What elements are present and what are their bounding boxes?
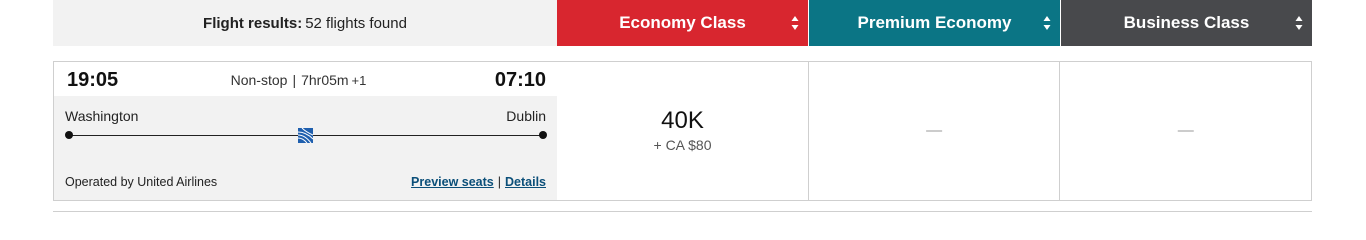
operated-by: Operated by United Airlines	[65, 175, 218, 189]
flight-result-row: 19:05 Non-stop | 7hr05m +1 07:10 Washington…	[53, 61, 1312, 201]
tab-premium-economy[interactable]: Premium Economy	[809, 0, 1060, 46]
tab-economy-label: Economy Class	[619, 13, 746, 32]
preview-seats-link[interactable]: Preview seats	[411, 175, 494, 189]
stops-separator: |	[292, 72, 297, 88]
sort-icon	[791, 16, 799, 30]
details-link[interactable]: Details	[505, 175, 546, 189]
tab-business-label: Business Class	[1123, 13, 1250, 32]
tab-premium-label: Premium Economy	[857, 13, 1012, 32]
fare-premium-economy: —	[809, 62, 1061, 200]
results-summary: Flight results: 52 flights found	[53, 0, 557, 46]
results-count: 52 flights found	[305, 14, 407, 32]
sort-icon	[1043, 16, 1051, 30]
destination-dot	[539, 131, 547, 139]
flight-links: Preview seats | Details	[411, 175, 546, 189]
fare-cash: + CA $80	[653, 136, 712, 153]
united-airlines-globe-icon	[298, 128, 313, 143]
flight-results-page: Flight results: 52 flights found Economy…	[0, 0, 1366, 212]
stops-label: Non-stop	[230, 72, 288, 88]
destination-city: Dublin	[506, 108, 546, 124]
tab-business-class[interactable]: Business Class	[1061, 0, 1312, 46]
link-separator: |	[497, 175, 501, 189]
flight-stops-duration: Non-stop | 7hr05m +1	[54, 72, 557, 88]
origin-dot	[65, 131, 73, 139]
route-band: Washington Dublin Operated by United Air…	[54, 96, 557, 200]
bottom-divider	[53, 211, 1312, 212]
results-label: Flight results:	[203, 14, 303, 32]
day-offset: +1	[351, 73, 367, 88]
time-band: 19:05 Non-stop | 7hr05m +1 07:10	[54, 62, 557, 96]
origin-city: Washington	[65, 108, 139, 124]
duration: 7hr05m	[301, 72, 349, 88]
sort-icon	[1295, 16, 1303, 30]
fare-points: 40K	[661, 106, 704, 134]
fare-economy[interactable]: 40K + CA $80	[557, 62, 809, 200]
tab-economy-class[interactable]: Economy Class	[557, 0, 808, 46]
fare-unavailable: —	[1177, 122, 1194, 139]
fare-unavailable: —	[926, 122, 943, 139]
fare-business: —	[1060, 62, 1311, 200]
flight-info: 19:05 Non-stop | 7hr05m +1 07:10 Washington…	[54, 62, 558, 200]
results-header: Flight results: 52 flights found Economy…	[53, 0, 1312, 46]
arrival-time: 07:10	[494, 69, 546, 91]
